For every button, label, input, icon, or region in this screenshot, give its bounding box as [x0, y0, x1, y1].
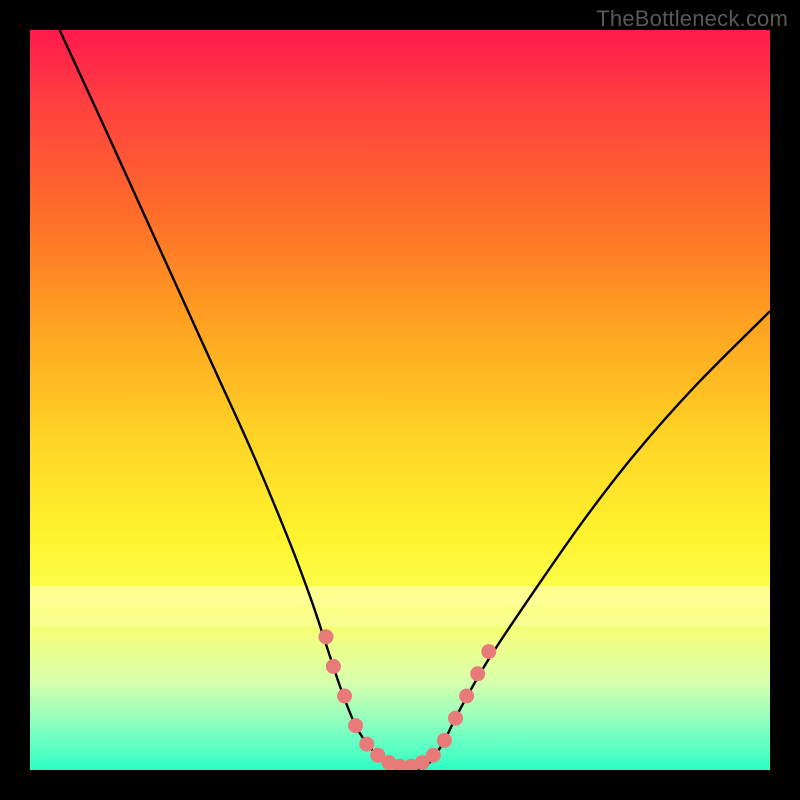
highlight-point — [359, 737, 374, 752]
highlight-point — [470, 666, 485, 681]
chart-svg — [30, 30, 770, 770]
highlight-point — [481, 644, 496, 659]
highlight-point — [426, 748, 441, 763]
attribution-text: TheBottleneck.com — [596, 6, 788, 32]
highlight-point — [459, 689, 474, 704]
highlight-point — [448, 711, 463, 726]
plot-area — [30, 30, 770, 770]
highlight-point — [348, 718, 363, 733]
highlight-points — [319, 629, 497, 770]
highlight-point — [319, 629, 334, 644]
highlight-point — [326, 659, 341, 674]
highlight-point — [437, 733, 452, 748]
chart-frame: TheBottleneck.com — [0, 0, 800, 800]
highlight-point — [337, 689, 352, 704]
bottleneck-curve — [60, 30, 770, 770]
